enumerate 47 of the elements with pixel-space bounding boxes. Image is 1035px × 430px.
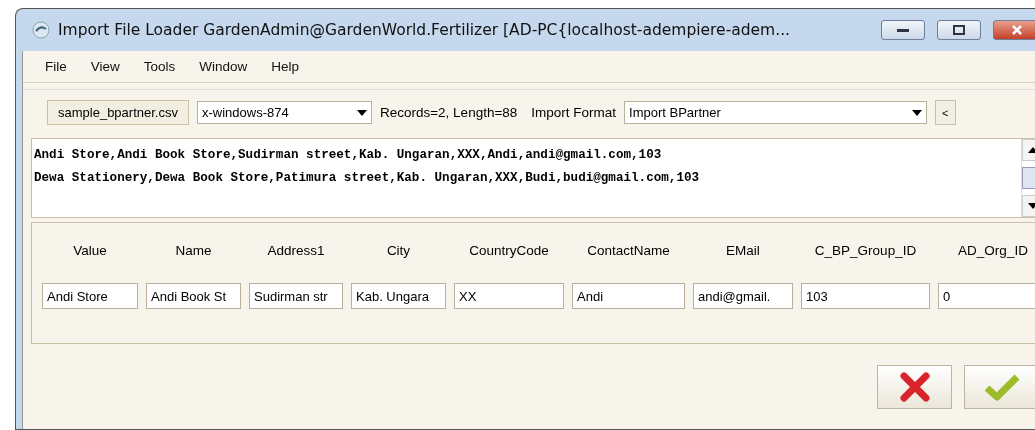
- field-label: Name: [174, 242, 213, 260]
- input-field[interactable]: andi@gmail.: [693, 283, 793, 309]
- input-field[interactable]: 0: [938, 283, 1035, 309]
- field-label: EMail: [725, 242, 761, 260]
- minimize-icon: [897, 28, 909, 32]
- file-preview-area[interactable]: Andi Store,Andi Book Store,Sudirman street,Kab. Ungaran,XXX,Andi,andi@gmail.com,103 Dewa Stationery,Dewa Book Store,Patimura street,Kab. Ungaran,XXX,Budi,budi@gmail.com,103: [31, 138, 1035, 218]
- app-logo-icon: [32, 21, 50, 39]
- field-label: CountryCode: [468, 242, 550, 260]
- field-label: AD_Org_ID: [957, 242, 1029, 260]
- collapse-button[interactable]: <: [935, 100, 956, 125]
- field-label: City: [385, 242, 412, 260]
- close-button[interactable]: [993, 20, 1035, 40]
- charset-dropdown[interactable]: x-windows-874: [196, 101, 372, 124]
- maximize-icon: [953, 25, 965, 35]
- minimize-button[interactable]: [881, 20, 925, 40]
- import-format-label: Import Format: [531, 105, 617, 120]
- cancel-button[interactable]: [877, 364, 952, 409]
- down-arrow-icon: [1028, 203, 1035, 209]
- input-field[interactable]: Andi: [572, 283, 685, 309]
- menu-item[interactable]: Window: [187, 56, 260, 77]
- file-line: Dewa Stationery,Dewa Book Store,Patimura street,Kab. Ungaran,XXX,Budi,budi@gmail.com,103: [34, 170, 701, 187]
- up-arrow-icon: [1028, 147, 1035, 153]
- menu-item[interactable]: View: [78, 56, 132, 77]
- field-label: Address1: [266, 242, 326, 260]
- field-label: Value: [72, 242, 108, 260]
- cross-icon: [898, 371, 931, 402]
- field-label: C_BP_Group_ID: [813, 242, 918, 260]
- close-icon: [1011, 24, 1023, 36]
- maximize-button[interactable]: [937, 20, 981, 40]
- caret-icon: [912, 109, 923, 116]
- field-label: ContactName: [586, 242, 671, 260]
- input-field[interactable]: XX: [454, 283, 564, 309]
- input-field[interactable]: Kab. Ungara: [351, 283, 446, 309]
- records-info: Records=2, Length=88: [379, 105, 518, 120]
- menu-item[interactable]: Help: [259, 56, 312, 77]
- menu-item[interactable]: File: [33, 56, 79, 77]
- import-format-dropdown[interactable]: Import BPartner: [624, 101, 928, 124]
- input-field[interactable]: Andi Store: [42, 283, 138, 309]
- input-field[interactable]: Sudirman str: [249, 283, 343, 309]
- input-field[interactable]: 103: [801, 283, 930, 309]
- menu-item[interactable]: Tools: [131, 56, 188, 77]
- window-title: Import File Loader GardenAdmin@GardenWorld.Fertilizer [AD-PC{localhost-adempiere-adem...: [58, 21, 791, 39]
- file-line: Andi Store,Andi Book Store,Sudirman street,Kab. Ungaran,XXX,Andi,andi@gmail.com,103: [34, 147, 663, 164]
- file-button[interactable]: sample_bpartner.csv: [47, 100, 189, 125]
- caret-icon: [356, 109, 367, 116]
- checkmark-icon: [983, 372, 1020, 401]
- input-field[interactable]: Andi Book St: [146, 283, 241, 309]
